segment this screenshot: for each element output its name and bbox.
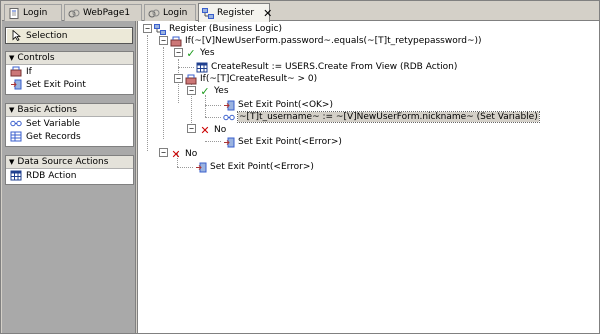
collapse-toggle[interactable]: − [174,48,183,57]
palette-item-label: Get Records [26,131,81,142]
tree-connector [163,47,164,139]
tree-connector [205,95,206,117]
collapse-toggle[interactable]: − [174,74,183,83]
link-icon [68,8,80,19]
tree-node-if-password[interactable]: If(~[V]NewUserForm.password~.equals(~[T]… [170,35,482,47]
tree-node-label: Set Exit Point(<Error>) [210,162,314,172]
collapse-toggle[interactable]: − [187,124,196,133]
drawer-title: Controls [17,53,55,63]
drawer-title: Basic Actions [17,105,77,115]
tab-label: Register [217,8,255,18]
collapse-toggle[interactable]: − [159,148,168,157]
drawer-basic-actions: ▼ Basic Actions Set Variable Get Records [5,103,134,147]
palette-item-rdb-action[interactable]: RDB Action [6,169,133,182]
tree-node-yes-branch[interactable]: ✓ Yes [185,46,215,60]
table-icon [196,62,208,73]
link-icon [148,8,160,19]
tab-register[interactable]: Register ✕ [198,3,272,22]
palette-item-label: Set Exit Point [26,79,86,90]
tree-connector [177,167,193,168]
tree-connector [205,117,221,118]
if-icon [10,66,22,77]
tab-label: Login [163,8,188,18]
exit-point-icon [223,137,235,148]
exit-point-icon [223,100,235,111]
drawer-controls: ▼ Controls If Set Exit Point [5,51,134,95]
tree-node-label: CreateResult := USERS.Create From View (… [211,62,458,72]
tab-login-page[interactable]: Login [4,4,62,21]
tree-node-yes-branch[interactable]: ✓ Yes [199,84,229,98]
triangle-down-icon: ▼ [9,158,15,166]
tree-node-create-result[interactable]: CreateResult := USERS.Create From View (… [196,61,457,73]
drawer-header-controls[interactable]: ▼ Controls [6,52,133,65]
triangle-down-icon: ▼ [9,106,15,114]
tree-connector [205,105,221,106]
drawer-header-basic-actions[interactable]: ▼ Basic Actions [6,104,133,117]
tree-node-no-branch[interactable]: ✕ No [199,123,227,137]
tree-node-root[interactable]: Register (Business Logic) [154,23,282,35]
exit-point-icon [10,79,22,90]
collapse-toggle[interactable]: − [143,24,152,33]
flow-icon [202,7,214,19]
tree-node-label: Set Exit Point(<Error>) [238,137,342,147]
tree-node-label: Set Exit Point(<OK>) [238,100,333,110]
palette-item-if[interactable]: If [6,65,133,78]
collapse-toggle[interactable]: − [187,86,196,95]
palette-panel: Selection ▼ Controls If Set Exit Point ▼… [2,21,136,333]
selection-label: Selection [26,30,68,41]
tree-connector [147,35,148,151]
triangle-down-icon: ▼ [9,54,15,62]
tree-node-label: ~[T]t_username~ := ~[V]NewUserForm.nickn… [237,111,540,123]
variable-icon [10,118,22,129]
palette-item-label: Set Variable [26,118,81,129]
selection-tool-button[interactable]: Selection [5,27,133,44]
window-frame: Login WebPage1 Login Register ✕ Selectio… [0,0,600,334]
tree-connector [205,141,221,142]
palette-item-set-variable[interactable]: Set Variable [6,117,133,130]
if-icon [185,74,197,85]
editor-tab-bar: Login WebPage1 Login Register ✕ [2,2,599,22]
if-icon [170,36,182,47]
tab-webpage1[interactable]: WebPage1 [64,4,142,21]
tree-node-label: If(~[V]NewUserForm.password~.equals(~[T]… [185,36,482,46]
drawer-title: Data Source Actions [17,157,109,167]
check-icon: ✓ [186,46,196,60]
tree-node-label: Yes [214,86,229,96]
drawer-data-source-actions: ▼ Data Source Actions RDB Action [5,155,134,185]
records-icon [10,131,22,142]
x-icon: ✕ [171,147,181,161]
table-icon [10,170,22,181]
palette-item-set-exit-point[interactable]: Set Exit Point [6,78,133,91]
flow-icon [154,23,166,35]
tree-node-set-variable[interactable]: ~[T]t_username~ := ~[V]NewUserForm.nickn… [223,111,540,123]
palette-item-label: RDB Action [26,170,77,181]
palette-item-label: If [26,66,32,77]
close-icon[interactable]: ✕ [263,8,272,19]
check-icon: ✓ [200,84,210,98]
tab-label: WebPage1 [83,8,131,18]
tree-connector [178,67,194,68]
tree-node-label: Yes [200,48,215,58]
collapse-toggle[interactable]: − [159,36,168,45]
tree-node-no-branch[interactable]: ✕ No [170,147,198,161]
tree-node-label: No [185,149,198,159]
tree-node-exit-error[interactable]: Set Exit Point(<Error>) [195,161,314,173]
business-logic-tree: − − − − − − − Register (Business Logic) … [137,21,599,333]
x-icon: ✕ [200,123,210,137]
tree-node-label: Register (Business Logic) [169,24,283,34]
tree-node-label: If(~[T]CreateResult~ > 0) [200,74,318,84]
tree-node-label: No [214,125,227,135]
drawer-header-data-source-actions[interactable]: ▼ Data Source Actions [6,156,133,169]
exit-point-icon [195,162,207,173]
tab-label: Login [23,8,48,18]
page-icon [8,7,20,19]
tab-login-link[interactable]: Login [144,4,196,21]
variable-icon [223,112,235,123]
tree-node-if-create-result[interactable]: If(~[T]CreateResult~ > 0) [185,73,317,85]
tree-node-exit-error[interactable]: Set Exit Point(<Error>) [223,136,342,148]
tree-node-exit-ok[interactable]: Set Exit Point(<OK>) [223,99,333,111]
pointer-icon [10,30,22,41]
palette-item-get-records[interactable]: Get Records [6,130,133,143]
